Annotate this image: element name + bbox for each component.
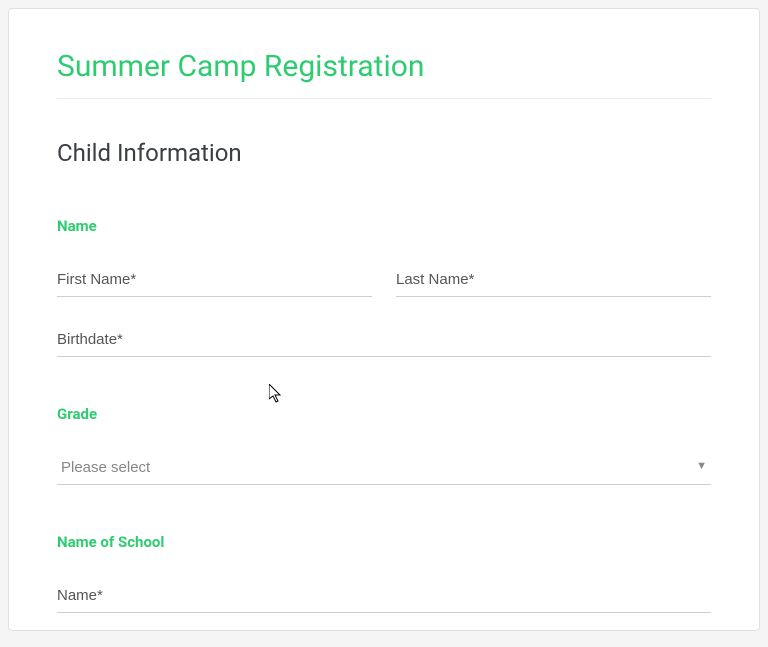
school-name-input[interactable] xyxy=(57,581,711,613)
grade-group-label: Grade xyxy=(57,405,711,423)
school-group-label: Name of School xyxy=(57,533,711,551)
section-heading: Child Information xyxy=(57,139,711,167)
birthdate-row xyxy=(57,325,711,357)
name-group-label: Name xyxy=(57,217,711,235)
first-name-field-wrapper xyxy=(57,265,372,297)
school-name-field-wrapper xyxy=(57,581,711,613)
last-name-input[interactable] xyxy=(396,265,711,297)
title-divider xyxy=(57,98,711,99)
registration-card: Summer Camp Registration Child Informati… xyxy=(8,8,760,631)
name-row xyxy=(57,265,711,297)
page-title: Summer Camp Registration xyxy=(57,49,711,84)
birthdate-field-wrapper xyxy=(57,325,711,357)
grade-row: Please select ▼ xyxy=(57,453,711,485)
school-row xyxy=(57,581,711,613)
grade-select[interactable]: Please select xyxy=(57,453,711,485)
group-name: Name xyxy=(57,217,711,357)
group-school: Name of School xyxy=(57,533,711,613)
grade-select-wrapper: Please select ▼ xyxy=(57,453,711,485)
last-name-field-wrapper xyxy=(396,265,711,297)
group-grade: Grade Please select ▼ xyxy=(57,405,711,485)
birthdate-input[interactable] xyxy=(57,325,711,357)
first-name-input[interactable] xyxy=(57,265,372,297)
